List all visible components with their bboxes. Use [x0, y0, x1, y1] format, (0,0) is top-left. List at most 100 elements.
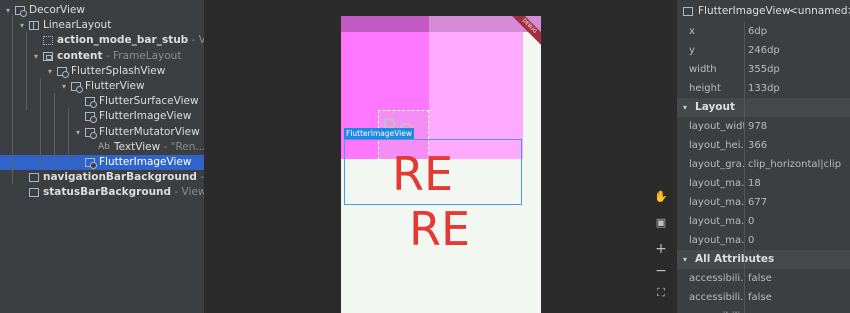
- text-view-icon: Ab: [98, 141, 110, 152]
- attribute-name: accessibili...: [689, 307, 745, 313]
- position-attribute-row[interactable]: y 246dp: [677, 41, 850, 60]
- tree-node-label: FlutterView: [85, 79, 145, 94]
- tree-node-name: FlutterImageView: [99, 110, 192, 123]
- chevron-down-icon[interactable]: ▾: [4, 3, 12, 18]
- tree-node-name: FlutterImageView: [99, 156, 192, 168]
- layout-preview[interactable]: Re RE RE DEBUG FlutterImageView ✋ ▣ + − …: [204, 0, 677, 313]
- chevron-down-icon[interactable]: ▾: [18, 18, 26, 33]
- chevron-down-icon[interactable]: ▾: [683, 98, 687, 117]
- attributes-view-name: FlutterImageView: [698, 5, 791, 17]
- all-attribute-row[interactable]: accessibili... false: [677, 269, 850, 288]
- tree-node[interactable]: FlutterSurfaceView: [0, 94, 204, 109]
- tree-node[interactable]: ▾ DecorView: [0, 3, 204, 18]
- tree-node[interactable]: statusBarBackground - View: [0, 185, 204, 200]
- tree-node[interactable]: Ab TextView - "Ren...: [0, 140, 204, 155]
- tree-node-label: statusBarBackground - View: [43, 185, 204, 200]
- pan-hand-icon[interactable]: ✋: [654, 190, 668, 204]
- attribute-value[interactable]: 978: [748, 117, 848, 136]
- tree-node-label: action_mode_bar_stub - Vi...: [57, 33, 204, 48]
- tree-node[interactable]: navigationBarBackground - Vi...: [0, 170, 204, 185]
- view-icon: [29, 188, 39, 198]
- flutter-view-icon: [85, 127, 97, 139]
- zoom-in-icon[interactable]: +: [654, 242, 668, 256]
- layout-attribute-row[interactable]: layout_width978: [677, 117, 850, 136]
- tree-node-name: statusBarBackground: [43, 186, 172, 199]
- column-divider[interactable]: [744, 22, 745, 313]
- attribute-value[interactable]: false: [748, 269, 848, 288]
- chevron-down-icon[interactable]: ▾: [74, 125, 82, 140]
- tree-node-name: DecorView: [29, 4, 85, 16]
- tree-node[interactable]: ▾ FlutterView: [0, 79, 204, 94]
- chevron-down-icon[interactable]: ▾: [683, 250, 687, 269]
- attribute-value[interactable]: 133dp: [748, 79, 848, 98]
- tree-node-label: navigationBarBackground - Vi...: [43, 170, 204, 185]
- layer-toggle-icon[interactable]: ▣: [654, 216, 668, 230]
- section-title: Layout: [695, 101, 736, 113]
- zoom-out-icon[interactable]: −: [654, 264, 668, 278]
- tree-node[interactable]: ▾ content - FrameLayout: [0, 49, 204, 64]
- tree-connector: [40, 78, 41, 168]
- tree-node-detail: - "Ren...: [160, 140, 204, 153]
- attribute-value[interactable]: clip_horizontal|clip: [748, 155, 848, 174]
- attribute-name: width: [689, 64, 717, 75]
- layout-attribute-row[interactable]: layout_ma... 0: [677, 212, 850, 231]
- attribute-value[interactable]: 677: [748, 193, 848, 212]
- all-attributes-section-header[interactable]: ▾ All Attributes: [677, 250, 850, 269]
- attribute-name: layout_ma...: [689, 216, 745, 227]
- tree-node-name: FlutterMutatorView: [99, 125, 200, 138]
- tree-node[interactable]: ▾ FlutterMutatorView: [0, 125, 204, 140]
- attribute-value[interactable]: 366: [748, 136, 848, 155]
- all-attribute-row[interactable]: accessibili...none: [677, 307, 850, 313]
- flutter-view-icon: [15, 6, 27, 17]
- attribute-name: layout_hei...: [689, 140, 745, 151]
- tree-connector: [54, 93, 55, 163]
- attribute-value[interactable]: 355dp: [748, 60, 848, 79]
- layout-attribute-row[interactable]: layout_ma... 0: [677, 231, 850, 250]
- position-attribute-row[interactable]: x 6dp: [677, 22, 850, 41]
- re-large-text-2: RE: [409, 202, 471, 256]
- tree-node-label: FlutterImageView: [99, 109, 191, 124]
- attribute-value[interactable]: 0: [748, 212, 848, 231]
- layout-attribute-row[interactable]: layout_hei... 366: [677, 136, 850, 155]
- chevron-down-icon[interactable]: ▾: [60, 79, 68, 94]
- tree-connector: [12, 14, 13, 184]
- attribute-name: layout_ma...: [689, 178, 745, 189]
- tree-node[interactable]: FlutterImageView: [0, 109, 204, 124]
- attribute-value[interactable]: 0: [748, 231, 848, 250]
- tree-node-label: FlutterImageView: [99, 155, 191, 170]
- attribute-name: y: [689, 45, 695, 56]
- tree-connector: [68, 108, 69, 163]
- tree-node[interactable]: ▾ FlutterSplashView: [0, 64, 204, 79]
- attribute-value[interactable]: false: [748, 288, 848, 307]
- tree-node[interactable]: FlutterImageView: [0, 155, 204, 170]
- section-title: All Attributes: [695, 253, 775, 265]
- chevron-down-icon[interactable]: ▾: [46, 64, 54, 79]
- attribute-value[interactable]: 18: [748, 174, 848, 193]
- attribute-value[interactable]: none: [748, 307, 848, 313]
- tree-node[interactable]: action_mode_bar_stub - Vi...: [0, 33, 204, 48]
- attribute-value[interactable]: 6dp: [748, 22, 848, 41]
- attribute-value[interactable]: 246dp: [748, 41, 848, 60]
- attribute-name: height: [689, 83, 721, 94]
- tree-node-detail: - Vi...: [200, 171, 204, 184]
- position-attribute-row[interactable]: width 355dp: [677, 60, 850, 79]
- layout-attribute-row[interactable]: layout_ma... 677: [677, 193, 850, 212]
- layout-section-header[interactable]: ▾ Layout: [677, 98, 850, 117]
- attributes-panel: FlutterImageView <unnamed> x 6dp y 246dp wid…: [677, 0, 850, 313]
- tree-node-name: FlutterSplashView: [71, 64, 166, 77]
- attribute-name: layout_width: [689, 121, 745, 132]
- layout-attribute-row[interactable]: layout_gra...clip_horizontal|clip: [677, 155, 850, 174]
- position-attribute-row[interactable]: height 133dp: [677, 79, 850, 98]
- tree-node-label: LinearLayout: [43, 18, 111, 33]
- flutter-view-icon: [71, 82, 83, 93]
- fit-screen-icon[interactable]: ⛶: [654, 286, 668, 300]
- chevron-down-icon[interactable]: ▾: [32, 49, 40, 64]
- attribute-name: layout_gra...: [689, 159, 745, 170]
- flutter-view-icon: [85, 112, 97, 124]
- layout-attribute-row[interactable]: layout_ma... 18: [677, 174, 850, 193]
- attribute-name: layout_ma...: [689, 235, 745, 246]
- attribute-name: layout_ma...: [689, 197, 745, 208]
- all-attribute-row[interactable]: accessibili... false: [677, 288, 850, 307]
- selection-label: FlutterImageView: [344, 128, 415, 139]
- tree-node[interactable]: ▾ LinearLayout: [0, 18, 204, 33]
